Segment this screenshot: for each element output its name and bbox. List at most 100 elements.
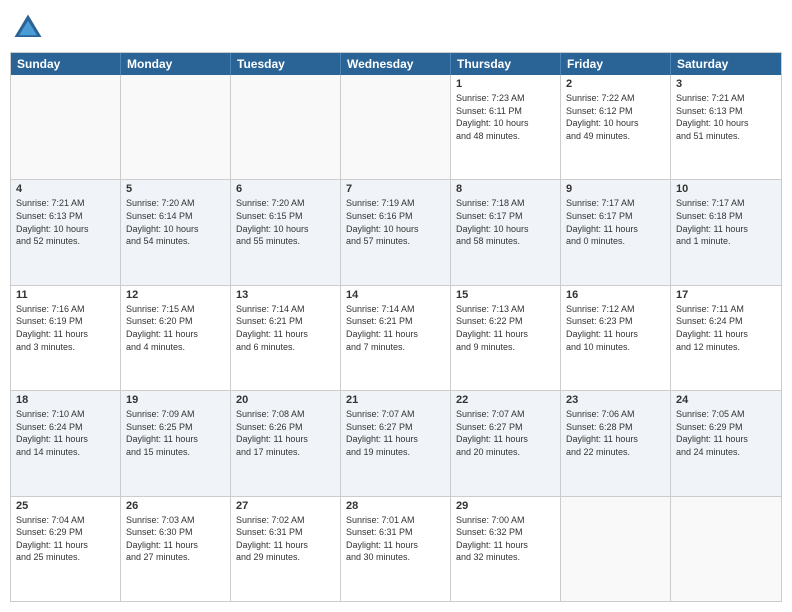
cell-info: Sunrise: 7:05 AM Sunset: 6:29 PM Dayligh…	[676, 408, 776, 458]
day-number: 18	[16, 394, 115, 406]
day-number: 9	[566, 183, 665, 195]
cell-info: Sunrise: 7:13 AM Sunset: 6:22 PM Dayligh…	[456, 303, 555, 353]
day-number: 2	[566, 78, 665, 90]
header	[10, 10, 782, 46]
calendar-cell: 7 Sunrise: 7:19 AM Sunset: 6:16 PM Daylig…	[341, 180, 451, 284]
day-number: 25	[16, 500, 115, 512]
calendar-cell: 2Sunrise: 7:22 AM Sunset: 6:12 PM Daylig…	[561, 75, 671, 179]
cell-info: Sunrise: 7:16 AM Sunset: 6:19 PM Dayligh…	[16, 303, 115, 353]
page: SundayMondayTuesdayWednesdayThursdayFrid…	[0, 0, 792, 612]
calendar-cell: 5 Sunrise: 7:20 AM Sunset: 6:14 PM Daylig…	[121, 180, 231, 284]
day-number: 6	[236, 183, 335, 195]
cell-info: Sunrise: 7:21 AM Sunset: 6:13 PM Dayligh…	[16, 197, 115, 247]
cell-info: Sunrise: 7:09 AM Sunset: 6:25 PM Dayligh…	[126, 408, 225, 458]
day-number: 11	[16, 289, 115, 301]
cell-info: Sunrise: 7:06 AM Sunset: 6:28 PM Dayligh…	[566, 408, 665, 458]
cell-info: Sunrise: 7:15 AM Sunset: 6:20 PM Dayligh…	[126, 303, 225, 353]
calendar-cell	[671, 497, 781, 601]
cell-info: Sunrise: 7:10 AM Sunset: 6:24 PM Dayligh…	[16, 408, 115, 458]
calendar-cell: 27Sunrise: 7:02 AM Sunset: 6:31 PM Dayli…	[231, 497, 341, 601]
cell-info: Sunrise: 7:17 AM Sunset: 6:17 PM Dayligh…	[566, 197, 665, 247]
cell-info: Sunrise: 7:23 AM Sunset: 6:11 PM Dayligh…	[456, 92, 555, 142]
day-number: 24	[676, 394, 776, 406]
calendar-cell	[11, 75, 121, 179]
calendar-row: 1 Sunrise: 7:23 AM Sunset: 6:11 PM Daylig…	[11, 75, 781, 180]
logo-icon	[10, 10, 46, 46]
day-number: 4	[16, 183, 115, 195]
calendar-row: 25 Sunrise: 7:04 AM Sunset: 6:29 PM Dayli…	[11, 497, 781, 601]
day-number: 29	[456, 500, 555, 512]
cell-info: Sunrise: 7:07 AM Sunset: 6:27 PM Dayligh…	[456, 408, 555, 458]
calendar-row: 11 Sunrise: 7:16 AM Sunset: 6:19 PM Dayli…	[11, 286, 781, 391]
calendar-cell: 9 Sunrise: 7:17 AM Sunset: 6:17 PM Daylig…	[561, 180, 671, 284]
calendar-cell: 15 Sunrise: 7:13 AM Sunset: 6:22 PM Dayli…	[451, 286, 561, 390]
calendar-cell: 24 Sunrise: 7:05 AM Sunset: 6:29 PM Dayli…	[671, 391, 781, 495]
cell-info: Sunrise: 7:11 AM Sunset: 6:24 PM Dayligh…	[676, 303, 776, 353]
calendar-cell: 4 Sunrise: 7:21 AM Sunset: 6:13 PM Daylig…	[11, 180, 121, 284]
cell-info: Sunrise: 7:14 AM Sunset: 6:21 PM Dayligh…	[346, 303, 445, 353]
calendar-cell: 29 Sunrise: 7:00 AM Sunset: 6:32 PM Dayli…	[451, 497, 561, 601]
calendar-header-day: Saturday	[671, 53, 781, 75]
calendar-cell: 25 Sunrise: 7:04 AM Sunset: 6:29 PM Dayli…	[11, 497, 121, 601]
calendar-cell: 28 Sunrise: 7:01 AM Sunset: 6:31 PM Dayli…	[341, 497, 451, 601]
day-number: 5	[126, 183, 225, 195]
day-number: 14	[346, 289, 445, 301]
cell-info: Sunrise: 7:19 AM Sunset: 6:16 PM Dayligh…	[346, 197, 445, 247]
cell-info: Sunrise: 7:00 AM Sunset: 6:32 PM Dayligh…	[456, 514, 555, 564]
cell-info: Sunrise: 7:01 AM Sunset: 6:31 PM Dayligh…	[346, 514, 445, 564]
day-number: 3	[676, 78, 776, 90]
calendar-cell: 10Sunrise: 7:17 AM Sunset: 6:18 PM Dayli…	[671, 180, 781, 284]
cell-info: Sunrise: 7:03 AM Sunset: 6:30 PM Dayligh…	[126, 514, 225, 564]
calendar-cell	[341, 75, 451, 179]
calendar-header-day: Monday	[121, 53, 231, 75]
day-number: 22	[456, 394, 555, 406]
cell-info: Sunrise: 7:17 AM Sunset: 6:18 PM Dayligh…	[676, 197, 776, 247]
day-number: 1	[456, 78, 555, 90]
day-number: 23	[566, 394, 665, 406]
cell-info: Sunrise: 7:07 AM Sunset: 6:27 PM Dayligh…	[346, 408, 445, 458]
calendar-header-day: Friday	[561, 53, 671, 75]
calendar-cell: 17 Sunrise: 7:11 AM Sunset: 6:24 PM Dayli…	[671, 286, 781, 390]
calendar-cell: 14 Sunrise: 7:14 AM Sunset: 6:21 PM Dayli…	[341, 286, 451, 390]
calendar-header-day: Tuesday	[231, 53, 341, 75]
calendar-body: 1 Sunrise: 7:23 AM Sunset: 6:11 PM Daylig…	[11, 75, 781, 601]
calendar-cell: 16 Sunrise: 7:12 AM Sunset: 6:23 PM Dayli…	[561, 286, 671, 390]
calendar-cell: 1 Sunrise: 7:23 AM Sunset: 6:11 PM Daylig…	[451, 75, 561, 179]
cell-info: Sunrise: 7:20 AM Sunset: 6:14 PM Dayligh…	[126, 197, 225, 247]
cell-info: Sunrise: 7:21 AM Sunset: 6:13 PM Dayligh…	[676, 92, 776, 142]
calendar-header: SundayMondayTuesdayWednesdayThursdayFrid…	[11, 53, 781, 75]
calendar-cell: 8Sunrise: 7:18 AM Sunset: 6:17 PM Daylig…	[451, 180, 561, 284]
calendar-cell: 26 Sunrise: 7:03 AM Sunset: 6:30 PM Dayli…	[121, 497, 231, 601]
day-number: 20	[236, 394, 335, 406]
calendar-row: 4 Sunrise: 7:21 AM Sunset: 6:13 PM Daylig…	[11, 180, 781, 285]
cell-info: Sunrise: 7:12 AM Sunset: 6:23 PM Dayligh…	[566, 303, 665, 353]
calendar-row: 18 Sunrise: 7:10 AM Sunset: 6:24 PM Dayli…	[11, 391, 781, 496]
calendar-cell	[121, 75, 231, 179]
calendar-cell: 21 Sunrise: 7:07 AM Sunset: 6:27 PM Dayli…	[341, 391, 451, 495]
calendar-header-day: Thursday	[451, 53, 561, 75]
day-number: 21	[346, 394, 445, 406]
day-number: 16	[566, 289, 665, 301]
day-number: 28	[346, 500, 445, 512]
calendar-cell: 12 Sunrise: 7:15 AM Sunset: 6:20 PM Dayli…	[121, 286, 231, 390]
logo	[10, 10, 50, 46]
calendar-cell: 6 Sunrise: 7:20 AM Sunset: 6:15 PM Daylig…	[231, 180, 341, 284]
day-number: 7	[346, 183, 445, 195]
cell-info: Sunrise: 7:20 AM Sunset: 6:15 PM Dayligh…	[236, 197, 335, 247]
calendar-cell: 19 Sunrise: 7:09 AM Sunset: 6:25 PM Dayli…	[121, 391, 231, 495]
cell-info: Sunrise: 7:04 AM Sunset: 6:29 PM Dayligh…	[16, 514, 115, 564]
cell-info: Sunrise: 7:14 AM Sunset: 6:21 PM Dayligh…	[236, 303, 335, 353]
calendar: SundayMondayTuesdayWednesdayThursdayFrid…	[10, 52, 782, 602]
calendar-cell: 23 Sunrise: 7:06 AM Sunset: 6:28 PM Dayli…	[561, 391, 671, 495]
calendar-header-day: Wednesday	[341, 53, 451, 75]
day-number: 12	[126, 289, 225, 301]
calendar-cell: 18 Sunrise: 7:10 AM Sunset: 6:24 PM Dayli…	[11, 391, 121, 495]
cell-info: Sunrise: 7:02 AM Sunset: 6:31 PM Dayligh…	[236, 514, 335, 564]
calendar-cell: 20Sunrise: 7:08 AM Sunset: 6:26 PM Dayli…	[231, 391, 341, 495]
day-number: 17	[676, 289, 776, 301]
calendar-cell: 22 Sunrise: 7:07 AM Sunset: 6:27 PM Dayli…	[451, 391, 561, 495]
day-number: 15	[456, 289, 555, 301]
calendar-cell: 13Sunrise: 7:14 AM Sunset: 6:21 PM Dayli…	[231, 286, 341, 390]
day-number: 26	[126, 500, 225, 512]
day-number: 19	[126, 394, 225, 406]
